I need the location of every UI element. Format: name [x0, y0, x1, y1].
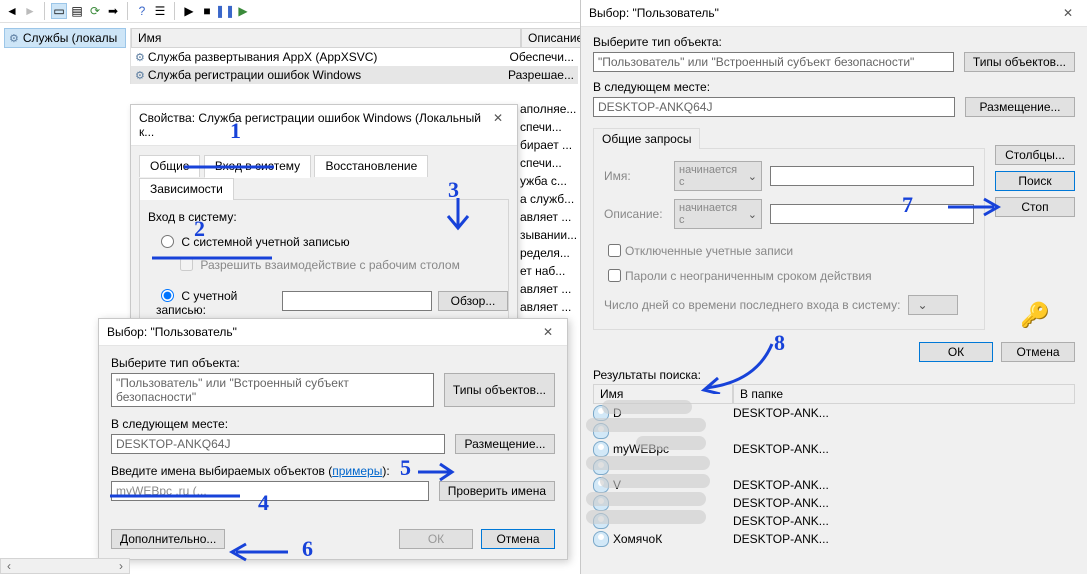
name-filter-op[interactable]: начинается с — [674, 161, 762, 191]
pause-icon[interactable]: ❚❚ — [217, 3, 233, 19]
hscrollbar[interactable]: ‹ › — [0, 558, 130, 574]
ok-button[interactable]: ОК — [399, 529, 473, 549]
help-icon[interactable]: ? — [134, 3, 150, 19]
service-desc: Разрешае... — [508, 68, 574, 82]
browse-button[interactable]: Обзор... — [438, 291, 508, 311]
gear-icon — [135, 68, 145, 82]
account-input[interactable] — [282, 291, 432, 311]
object-types-button[interactable]: Типы объектов... — [444, 373, 555, 407]
col-header-name[interactable]: Имя — [131, 28, 521, 48]
desc-frag-col: аполняе... спечи... бирает ... спечи... … — [520, 100, 578, 316]
user-icon — [593, 441, 609, 457]
service-name: Служба развертывания AppX (AppXSVC) — [148, 50, 378, 64]
examples-link[interactable]: примеры — [332, 464, 382, 478]
location-value: DESKTOP-ANKQ64J — [111, 434, 445, 454]
columns-button[interactable]: Столбцы... — [995, 145, 1075, 165]
radio-this-account[interactable]: С учетной записью: — [156, 284, 276, 317]
dialog-titlebar: Выбор: "Пользователь" ✕ — [99, 319, 567, 346]
desc-filter-label: Описание: — [604, 207, 666, 221]
dialog-title: Свойства: Служба регистрации ошибок Wind… — [139, 111, 487, 139]
name-filter-input[interactable] — [770, 166, 974, 186]
tabs: Общие Вход в систему Восстановление Зави… — [139, 154, 509, 200]
check-disabled-accounts[interactable]: Отключенные учетные записи — [604, 244, 793, 258]
gear-icon — [135, 50, 145, 64]
advanced-button[interactable]: Дополнительно... — [111, 529, 225, 549]
select-user-dialog-small: Выбор: "Пользователь" ✕ Выберите тип объ… — [98, 318, 568, 560]
locations-button[interactable]: Размещение... — [965, 97, 1075, 117]
check-names-button[interactable]: Проверить имена — [439, 481, 555, 501]
tree-node-label: Службы (локалы — [23, 31, 117, 45]
restart-icon[interactable]: ▶ — [235, 3, 251, 19]
show-hide-icon[interactable]: ▭ — [51, 3, 67, 19]
type-label: Выберите тип объекта: — [593, 35, 1075, 49]
names-label: Введите имена выбираемых объектов (приме… — [111, 464, 555, 478]
logon-label: Вход в систему: — [148, 210, 500, 224]
locations-button[interactable]: Размещение... — [455, 434, 555, 454]
result-folder: DESKTOP-ANK... — [733, 442, 1075, 456]
location-label: В следующем месте: — [111, 417, 555, 431]
menu-icon[interactable]: ☰ — [152, 3, 168, 19]
key-icon: 🔑 — [1020, 301, 1050, 330]
name-filter-label: Имя: — [604, 169, 666, 183]
service-desc: Обеспечи... — [510, 50, 574, 64]
object-names-input[interactable] — [111, 481, 429, 501]
cancel-button[interactable]: Отмена — [481, 529, 555, 549]
tab-dependencies[interactable]: Зависимости — [139, 178, 234, 200]
refresh-icon[interactable]: ⟳ — [87, 3, 103, 19]
close-icon[interactable]: ✕ — [537, 325, 559, 339]
col-header-folder[interactable]: В папке — [733, 384, 1075, 404]
result-folder: DESKTOP-ANK... — [733, 532, 1075, 546]
export-icon[interactable]: ➡ — [105, 3, 121, 19]
service-row[interactable]: Служба регистрации ошибок Windows Разреш… — [131, 66, 578, 84]
result-folder: DESKTOP-ANK... — [733, 496, 1075, 510]
object-types-button[interactable]: Типы объектов... — [964, 52, 1075, 72]
gear-icon — [9, 31, 19, 45]
start-icon[interactable]: ▶ — [181, 3, 197, 19]
result-row[interactable]: ХомячоК DESKTOP-ANK... — [593, 530, 1075, 548]
close-icon[interactable]: ✕ — [1057, 6, 1079, 20]
result-name: ХомячоК — [613, 532, 662, 546]
type-label: Выберите тип объекта: — [111, 356, 555, 370]
user-icon — [593, 531, 609, 547]
services-list: Имя Описание Служба развертывания AppX (… — [130, 28, 578, 84]
find-now-button[interactable]: Поиск — [995, 171, 1075, 191]
type-value: "Пользователь" или "Встроенный субъект б… — [593, 52, 954, 72]
radio-system-account[interactable]: С системной учетной записью — [156, 235, 350, 249]
dialog-titlebar: Свойства: Служба регистрации ошибок Wind… — [131, 105, 517, 146]
location-label: В следующем месте: — [593, 80, 1075, 94]
desc-filter-op[interactable]: начинается с — [674, 199, 762, 229]
tab-general[interactable]: Общие — [139, 155, 200, 177]
check-interact-desktop: Разрешить взаимодействие с рабочим столо… — [176, 258, 460, 272]
tree-node-services[interactable]: Службы (локалы — [4, 28, 126, 48]
stop-button[interactable]: Стоп — [995, 197, 1075, 217]
services-tree: Службы (локалы — [4, 28, 126, 48]
result-folder: DESKTOP-ANK... — [733, 514, 1075, 528]
close-icon[interactable]: ✕ — [487, 111, 509, 139]
result-folder: DESKTOP-ANK... — [733, 478, 1075, 492]
dialog-titlebar: Выбор: "Пользователь" ✕ — [581, 0, 1087, 27]
check-non-expiring[interactable]: Пароли с неограниченным сроком действия — [604, 269, 872, 283]
dialog-title: Выбор: "Пользователь" — [107, 325, 237, 339]
results-label: Результаты поиска: — [593, 368, 1075, 382]
service-name: Служба регистрации ошибок Windows — [148, 68, 361, 82]
tab-recovery[interactable]: Восстановление — [314, 155, 428, 177]
type-value: "Пользователь" или "Встроенный субъект б… — [111, 373, 434, 407]
result-folder: DESKTOP-ANK... — [733, 406, 1075, 420]
cancel-button[interactable]: Отмена — [1001, 342, 1075, 362]
details-icon[interactable]: ▤ — [69, 3, 85, 19]
location-value: DESKTOP-ANKQ64J — [593, 97, 955, 117]
desc-filter-input[interactable] — [770, 204, 974, 224]
tab-logon[interactable]: Вход в систему — [204, 155, 311, 178]
service-row[interactable]: Служба развертывания AppX (AppXSVC) Обес… — [131, 48, 578, 66]
days-since-label: Число дней со времени последнего входа в… — [604, 298, 900, 312]
back-icon[interactable]: ◄ — [4, 3, 20, 19]
dialog-title: Выбор: "Пользователь" — [589, 6, 719, 20]
days-since-combo[interactable] — [908, 295, 958, 315]
forward-icon[interactable]: ► — [22, 3, 38, 19]
common-queries-group: Общие запросы — [593, 128, 700, 149]
ok-button[interactable]: ОК — [919, 342, 993, 362]
services-toolbar: ◄ ► ▭ ▤ ⟳ ➡ ? ☰ ▶ ■ ❚❚ ▶ — [0, 0, 580, 23]
stop-icon[interactable]: ■ — [199, 3, 215, 19]
